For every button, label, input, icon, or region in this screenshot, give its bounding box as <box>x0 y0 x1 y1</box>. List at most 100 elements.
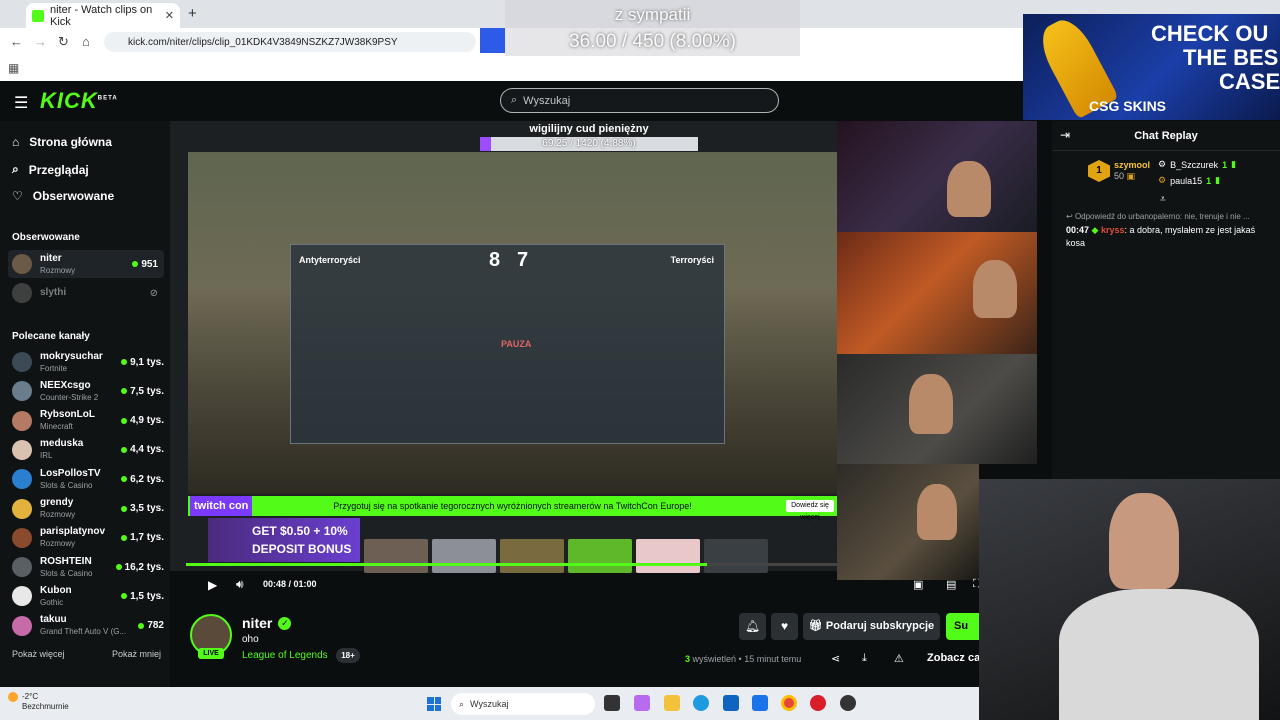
chat-collapse-icon[interactable]: ⇥ <box>1060 128 1070 142</box>
tab-close-icon[interactable]: ✕ <box>165 9 174 22</box>
viewer-count: 951 <box>132 259 158 270</box>
sidebar-channel[interactable]: Kubon Gothic 1,5 tys. <box>8 582 164 610</box>
viewer-count-text: 1,5 tys. <box>130 590 164 602</box>
sidebar-channel[interactable]: takuu Grand Theft Auto V (G... 782 <box>8 612 164 640</box>
logo-badge: BETA <box>97 95 118 102</box>
weather-widget[interactable]: -2°C Bezchmurnie <box>8 692 69 712</box>
download-icon[interactable]: ⤓ <box>862 652 867 665</box>
search-input[interactable]: ⌕ Wyszukaj <box>500 88 779 113</box>
home-browser-icon[interactable]: ⌂ <box>82 34 90 49</box>
avatar <box>12 557 32 578</box>
webcam-feed-4 <box>837 464 979 580</box>
gift-line-name: B_Szczurek <box>1170 159 1219 170</box>
category-link[interactable]: League of Legends <box>242 650 328 661</box>
csgo-skins-ad[interactable]: CHECK OU THE BES CASE CSG SKINS <box>1023 12 1280 120</box>
gift-subs-label: Podaruj subskrypcje <box>825 620 935 632</box>
task-view-icon[interactable] <box>604 695 620 711</box>
outlook-icon[interactable] <box>723 695 739 711</box>
viewer-count: 1,5 tys. <box>121 591 164 602</box>
gift-line: ⚙ paula15 1 ▮ <box>1158 175 1220 186</box>
view-all-link[interactable]: Zobacz ca <box>927 652 979 664</box>
bookmarks-bar <box>0 56 1023 81</box>
pip-icon[interactable]: ▤ <box>946 578 956 591</box>
taskbar-search[interactable]: ⌕ Wyszukaj <box>451 693 595 715</box>
gift-line-count: 1 <box>1222 159 1228 170</box>
share-icon[interactable]: ⋖ <box>831 652 840 665</box>
sidebar-channel[interactable]: grendy Rozmowy 3,5 tys. <box>8 495 164 523</box>
channel-name: slythi <box>40 287 67 298</box>
sidebar-channel-slythi[interactable]: slythi ⊘ <box>8 279 164 307</box>
show-more-link[interactable]: Pokaż więcej <box>12 649 65 659</box>
goal-title: wigilijny cud pieniężny <box>529 123 649 135</box>
theater-mode-icon[interactable]: ▣ <box>913 578 923 591</box>
webcam-feed-1 <box>837 121 1037 232</box>
channel-name: RybsonLoL <box>40 409 95 421</box>
video-progress-bar[interactable] <box>186 563 837 566</box>
file-explorer-icon[interactable] <box>664 695 680 711</box>
sidebar-channel[interactable]: mokrysuchar Fortnite 9,1 tys. <box>8 348 164 376</box>
weather-desc: Bezchmurnie <box>22 702 69 712</box>
app-icon-2[interactable] <box>840 695 856 711</box>
gifter-count: 50 <box>1114 171 1125 181</box>
channel-name: meduska <box>40 438 84 450</box>
windows-start-icon[interactable] <box>427 697 441 711</box>
forward-icon[interactable]: → <box>34 34 47 49</box>
rank-badge: 1 <box>1088 160 1110 182</box>
notification-bell-button[interactable]: 🔔︎ <box>739 613 766 640</box>
store-icon[interactable] <box>752 695 768 711</box>
app-icon[interactable] <box>810 695 826 711</box>
reload-icon[interactable]: ↻ <box>58 34 69 50</box>
copilot-icon[interactable] <box>634 695 650 711</box>
avatar <box>12 410 32 431</box>
avatar <box>12 381 32 402</box>
extension-icon[interactable] <box>480 28 505 53</box>
chrome-icon[interactable] <box>781 695 797 711</box>
offline-icon: ⊘ <box>149 287 158 299</box>
favorite-button[interactable]: ♥ <box>771 613 798 640</box>
sidebar-channel[interactable]: meduska IRL 4,4 tys. <box>8 436 164 464</box>
volume-icon[interactable]: 🔊︎ <box>236 577 244 592</box>
kick-logo[interactable]: KICKBETA <box>40 88 118 114</box>
new-tab-icon[interactable]: + <box>188 5 197 22</box>
viewer-count-text: 1,7 tys. <box>130 532 164 544</box>
sidebar-channel[interactable]: LosPollosTV Slots & Casino 6,2 tys. <box>8 465 164 493</box>
sidebar-channel-niter[interactable]: niter Rozmowy 951 <box>8 250 164 278</box>
sidebar-channel[interactable]: RybsonLoL Minecraft 4,9 tys. <box>8 407 164 435</box>
message-user[interactable]: kryss <box>1101 225 1125 235</box>
nav-following[interactable]: ♡ Obserwowane <box>12 189 114 203</box>
show-less-link[interactable]: Pokaż mniej <box>112 649 161 659</box>
gift-subs-button[interactable]: 🎁︎ Podaruj subskrypcje <box>803 613 940 640</box>
channel-name: takuu <box>40 614 67 626</box>
expand-icon[interactable]: ⩡ <box>1160 194 1166 205</box>
sidebar-channel[interactable]: parisplatynov Rozmowy 1,7 tys. <box>8 524 164 552</box>
menu-icon[interactable]: ☰ <box>14 93 28 113</box>
nav-browse[interactable]: ⌕ Przeglądaj <box>12 162 89 177</box>
ct-score: 8 <box>489 249 501 271</box>
report-icon[interactable]: ⚠ <box>894 652 904 665</box>
twitchcon-logo: twitch con <box>190 496 253 516</box>
play-icon[interactable]: ▶ <box>208 578 217 592</box>
top-gifter: 1 szymool 50 ▣ <box>1088 160 1150 182</box>
channel-name[interactable]: niter ✓ <box>242 615 292 631</box>
follow-button[interactable]: Su <box>946 613 979 640</box>
search-icon: ⌕ <box>511 94 518 106</box>
gift-line-name: paula15 <box>1170 175 1203 186</box>
viewer-count-text: 4,4 tys. <box>130 444 164 456</box>
live-badge: LIVE <box>198 648 224 659</box>
sidebar-channel[interactable]: ROSHTEIN Slots & Casino 16,2 tys. <box>8 553 164 581</box>
edge-icon[interactable] <box>693 695 709 711</box>
t-score: 7 <box>517 249 529 271</box>
back-icon[interactable]: ← <box>10 34 23 49</box>
sidebar-channel[interactable]: NEEXcsgo Counter-Strike 2 7,5 tys. <box>8 377 164 405</box>
live-dot-icon <box>121 359 128 365</box>
nav-home[interactable]: ⌂ Strona główna <box>12 135 112 149</box>
url-field[interactable]: kick.com/niter/clips/clip_01KDK4V3849NSZ… <box>104 32 476 52</box>
channel-category: Rozmowy <box>40 539 76 549</box>
live-dot-icon <box>121 417 128 424</box>
nav-home-label: Strona główna <box>29 135 112 149</box>
apps-grid-icon[interactable]: ▦ <box>8 61 19 75</box>
viewer-count: 16,2 tys. <box>115 562 164 573</box>
avatar <box>12 469 32 490</box>
browser-tab[interactable]: niter - Watch clips on Kick ✕ <box>26 3 180 28</box>
viewer-count: 782 <box>138 620 164 631</box>
